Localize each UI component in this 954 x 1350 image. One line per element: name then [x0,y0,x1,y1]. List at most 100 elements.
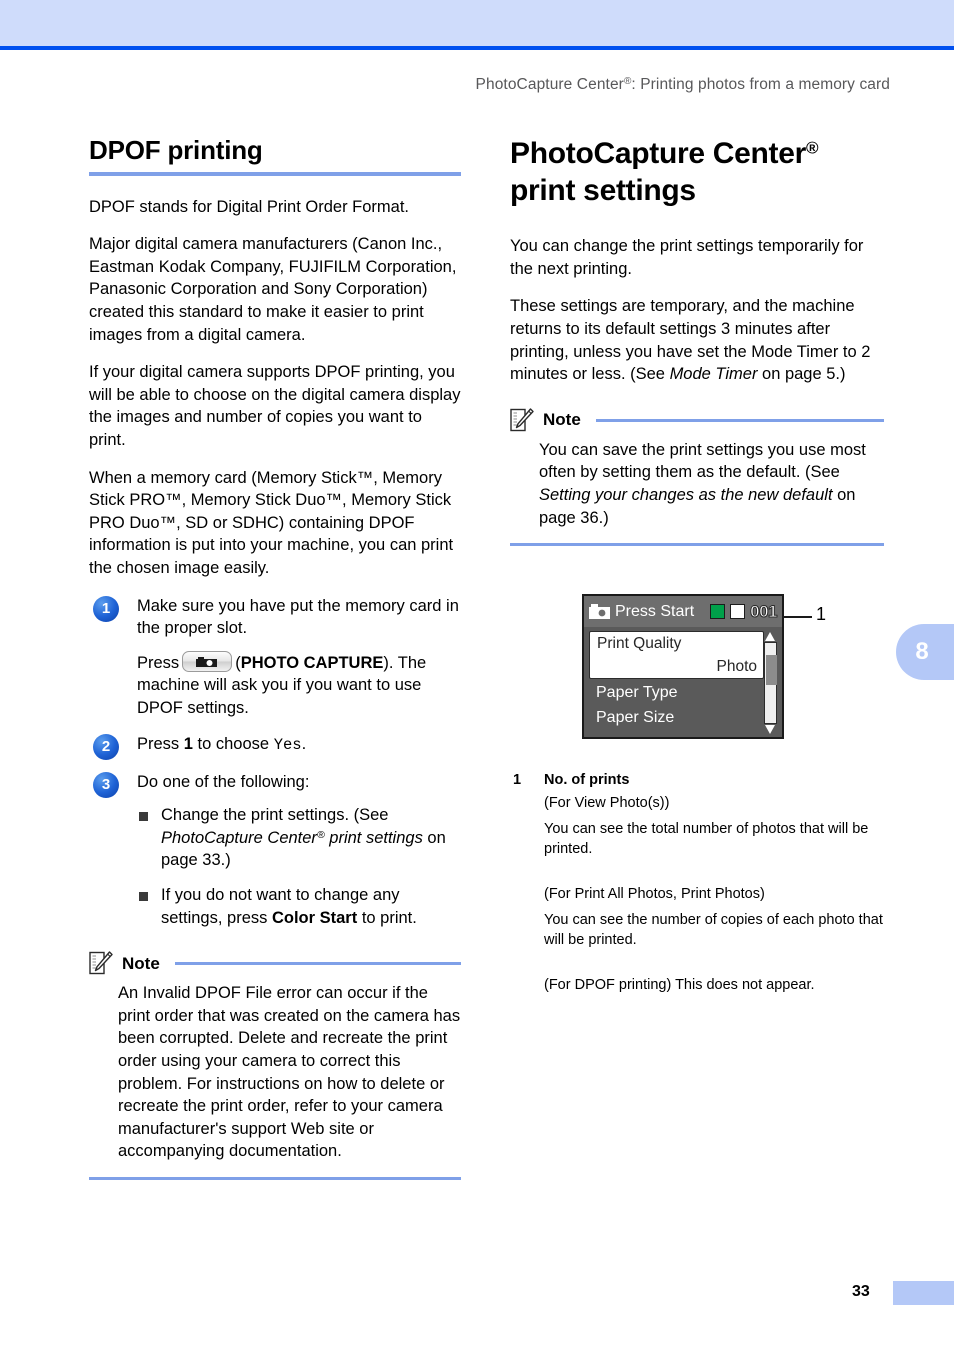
legend-title-no-of-prints: No. of prints [544,772,630,789]
note-box-left: Note An Invalid DPOF File error can occu… [89,951,461,1181]
lcd-indicator-green [710,604,726,620]
note-box-right: Note You can save the print settings you… [510,408,884,547]
step-1-line-2: Press (PHOTO CAPTURE). The machine will … [137,650,461,720]
legend-subheading-view-photos: (For View Photo(s)) [544,795,670,812]
note-pencil-paper-icon [510,408,534,431]
paragraph-mode-timer: These settings are temporary, and the ma… [510,295,884,385]
note-header-rule-left [174,962,461,966]
legend-item-no-of-prints: 1 No. of prints (For View Photo(s)) You … [510,772,884,996]
step-1-press-label: Press [137,653,180,672]
note-left-text: An Invalid DPOF File error can occur if … [118,984,461,1161]
note-pencil-paper-icon [89,951,113,975]
step-3-bullet-color-start: If you do not want to change any setting… [137,884,461,929]
bullet-2-post: to print. [357,908,417,927]
step-number-badge-3: 3 [93,771,119,798]
mode-timer-post: on page 5.) [757,365,846,384]
note-footer-rule-left [89,1177,461,1181]
step-2-key-number: 1 [183,735,193,754]
callout-number-1: 1 [816,604,827,625]
lcd-figure: Press Start 001 Print Quality Photo Pape… [510,580,884,750]
step-number-badge-2: 2 [93,734,119,761]
running-header-subtitle: : Printing photos from a memory card [631,76,890,93]
page-top-band [0,0,954,46]
paragraph-manufacturers: Major digital camera manufacturers (Cano… [89,235,457,344]
right-column: PhotoCapture Center® print settings You c… [510,136,884,1002]
note-footer-rule-right [510,543,884,547]
note-right-text: You can save the print settings you use … [539,439,884,529]
lcd-print-count: 001 [750,601,778,621]
step-3: 3 Do one of the following: Change the pr… [89,771,461,930]
note-title-right: Note [543,410,581,430]
paragraph-dpof-definition: DPOF stands for Digital Print Order Form… [89,197,410,216]
chapter-heading-line-2: print settings [510,173,696,207]
step-3-bullet-change-settings: Change the print settings. (See PhotoCap… [137,804,461,872]
note-body-left: An Invalid DPOF File error can occur if … [89,982,461,1163]
legend-subheading-print-all-photos: (For Print All Photos, Print Photos) [544,886,765,903]
legend-spacer-1 [544,865,884,885]
bullet-2-color-start-label: Color Start [271,908,358,927]
step-number-badge-1: 1 [93,595,119,622]
note-header-left: Note [89,951,461,976]
section-heading-dpof-printing: DPOF printing [89,135,263,165]
note-title-left: Note [122,953,160,973]
figure-legend: 1 No. of prints (For View Photo(s)) You … [510,772,884,996]
lcd-scrollbar-track[interactable] [764,642,777,725]
lcd-status-bar: Press Start 001 [584,596,782,628]
note-body-right: You can save the print settings you use … [510,439,884,529]
page-footer-block [893,1281,954,1305]
legend-text-print-all-photos: You can see the number of copies of each… [544,912,883,948]
section-heading-rule [89,171,461,176]
legend-key-1: 1 [513,772,522,789]
note-right-pre: You can save the print settings you use … [539,440,866,482]
bullet-1-crossref-title-tail: print settings [324,828,423,847]
left-column: DPOF printing DPOF stands for Digital Pr… [89,135,461,1181]
callout-leader-line-1 [784,616,812,619]
note-right-crossref: Setting your changes as the new default [539,485,833,504]
lcd-scrollbar-thumb[interactable] [766,655,777,686]
chapter-tab-marker: 8 [896,624,954,680]
photo-capture-key-button[interactable] [182,650,233,672]
bullet-1-registered-mark: ® [316,828,325,841]
lcd-selected-menu-item[interactable]: Print Quality Photo [589,631,764,680]
step-1: 1 Make sure you have put the memory card… [89,595,461,720]
step-2-choice-yes: Yes [273,736,302,755]
bullet-1-crossref-title: PhotoCapture Center [161,828,317,847]
step-2-line-1: Press 1 to choose Yes. [137,733,461,756]
step-3-line-1: Do one of the following: [137,772,310,791]
lcd-scrollbar[interactable] [764,631,777,735]
step-2-post: . [301,735,307,754]
step-2-pre: Press [137,735,184,754]
paragraph-temporary-settings: You can change the print settings tempor… [510,237,864,278]
paragraph-memory-card: When a memory card (Memory Stick™, Memor… [89,468,454,577]
lcd-press-start-label: Press Start [615,602,695,620]
lcd-menu-item-paper-size[interactable]: Paper Size [596,709,674,727]
step-1-photo-capture-label: PHOTO CAPTURE [240,653,384,672]
step-2: 2 Press 1 to choose Yes. [89,733,461,761]
lcd-print-quality-label: Print Quality [597,635,682,653]
note-header-rule-right [595,418,884,422]
chapter-heading-print-settings: PhotoCapture Center® print settings [510,136,884,209]
paragraph-camera-support: If your digital camera supports DPOF pri… [89,363,461,449]
lcd-print-quality-value: Photo [716,658,757,676]
chapter-heading-line-1: PhotoCapture Center [510,137,806,170]
lcd-camera-icon [589,604,610,620]
bullet-1-pre: Change the print settings. (See [161,806,389,825]
legend-text-view-photos: You can see the total number of photos t… [544,820,869,857]
scroll-down-arrow-icon[interactable] [765,725,775,735]
running-header: PhotoCapture Center®: Printing photos fr… [0,76,890,94]
note-header-right: Note [510,408,884,433]
mode-timer-crossref: Mode Timer [669,365,758,384]
page-top-rule [0,46,954,50]
chapter-heading-registered-mark: ® [806,138,819,158]
step-1-line-1: Make sure you have put the memory card i… [137,596,459,638]
photo-capture-camera-icon [196,656,218,667]
lcd-menu-item-paper-type[interactable]: Paper Type [596,684,678,702]
running-header-title: PhotoCapture Center [475,76,624,93]
lcd-indicator-white [730,604,746,620]
lcd-screen: Press Start 001 Print Quality Photo Pape… [582,594,784,740]
step-2-mid: to choose [192,735,274,754]
scroll-up-arrow-icon[interactable] [765,632,775,642]
legend-text-dpof-printing: (For DPOF printing) This does not appear… [544,977,815,994]
legend-spacer-2 [544,956,884,976]
page-number: 33 [852,1283,870,1300]
